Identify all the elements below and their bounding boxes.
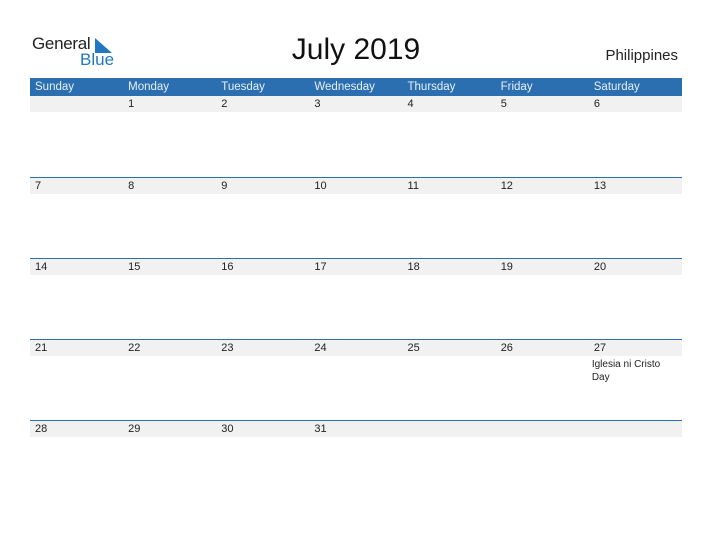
day-cell: 30 [216, 421, 309, 502]
day-number: 3 [314, 98, 321, 110]
day-number: 20 [593, 261, 607, 273]
day-cell: 14 [30, 259, 123, 340]
day-number: 9 [221, 180, 228, 192]
weekday-saturday: Saturday [593, 81, 640, 93]
day-cell [496, 421, 589, 502]
day-cell: 9 [216, 178, 309, 259]
day-number: 27 [593, 342, 607, 354]
weekday-tuesday: Tuesday [221, 81, 265, 93]
day-cell: 1 [123, 96, 216, 177]
day-cell: 8 [123, 178, 216, 259]
day-number: 8 [128, 180, 135, 192]
day-number: 6 [593, 98, 600, 110]
holiday-label: Iglesia ni Cristo Day [591, 359, 661, 383]
country-label: Philippines [605, 47, 678, 64]
day-cell: 2 [216, 96, 309, 177]
day-number: 22 [128, 342, 141, 354]
week-row: 21 22 23 24 25 26 27 Iglesia ni Cristo Day [30, 339, 682, 421]
day-cell: 10 [309, 178, 402, 259]
day-number: 10 [314, 180, 327, 192]
week-row: 1 2 3 4 5 6 [30, 96, 682, 177]
day-cell: 12 [496, 178, 589, 259]
day-cell: 27 Iglesia ni Cristo Day [589, 340, 682, 421]
day-cell: 11 [403, 178, 496, 259]
day-number: 14 [35, 261, 48, 273]
week-row: 7 8 9 10 11 12 13 [30, 177, 682, 259]
day-cell: 18 [403, 259, 496, 340]
day-number: 28 [35, 423, 48, 435]
day-cell: 24 [309, 340, 402, 421]
day-number: 26 [500, 342, 513, 354]
day-cell: 21 [30, 340, 123, 421]
weekday-header: Sunday Monday Tuesday Wednesday Thursday… [30, 78, 682, 96]
day-number: 19 [500, 261, 513, 273]
day-number: 30 [221, 423, 234, 435]
day-cell: 25 [403, 340, 496, 421]
day-number: 31 [314, 423, 327, 435]
day-number: 15 [128, 261, 141, 273]
day-number: 7 [35, 180, 42, 192]
day-cell: 26 [496, 340, 589, 421]
day-cell: 29 [123, 421, 216, 502]
week-row: 28 29 30 31 [30, 420, 682, 502]
day-cell: 22 [123, 340, 216, 421]
day-cell: 4 [403, 96, 496, 177]
day-cell: 6 [589, 96, 682, 177]
day-number: 18 [407, 261, 420, 273]
day-number: 5 [500, 98, 507, 110]
day-number: 29 [128, 423, 141, 435]
day-cell [403, 421, 496, 502]
day-cell: 13 [589, 178, 682, 259]
day-number: 4 [407, 98, 414, 110]
day-number: 23 [221, 342, 234, 354]
day-number: 24 [314, 342, 327, 354]
day-cell: 17 [309, 259, 402, 340]
day-number: 13 [593, 180, 607, 192]
day-cell: 7 [30, 178, 123, 259]
day-number: 1 [128, 98, 135, 110]
weekday-sunday: Sunday [35, 81, 75, 93]
day-number: 17 [314, 261, 327, 273]
weekday-wednesday: Wednesday [314, 81, 375, 93]
weekday-thursday: Thursday [407, 81, 456, 93]
day-cell: 15 [123, 259, 216, 340]
day-cell: 19 [496, 259, 589, 340]
day-number: 11 [407, 180, 419, 192]
day-cell: 3 [309, 96, 402, 177]
day-cell [30, 96, 123, 177]
day-cell: 20 [589, 259, 682, 340]
day-number: 21 [35, 342, 48, 354]
day-cell [589, 421, 682, 502]
day-number: 16 [221, 261, 234, 273]
day-cell: 31 [309, 421, 402, 502]
day-cell: 16 [216, 259, 309, 340]
weekday-friday: Friday [500, 81, 533, 93]
day-cell: 23 [216, 340, 309, 421]
day-cell: 28 [30, 421, 123, 502]
day-number: 25 [407, 342, 420, 354]
day-number: 12 [500, 180, 513, 192]
day-cell: 5 [496, 96, 589, 177]
week-row: 14 15 16 17 18 19 20 [30, 258, 682, 340]
weekday-monday: Monday [128, 81, 170, 93]
day-number: 2 [221, 98, 228, 110]
